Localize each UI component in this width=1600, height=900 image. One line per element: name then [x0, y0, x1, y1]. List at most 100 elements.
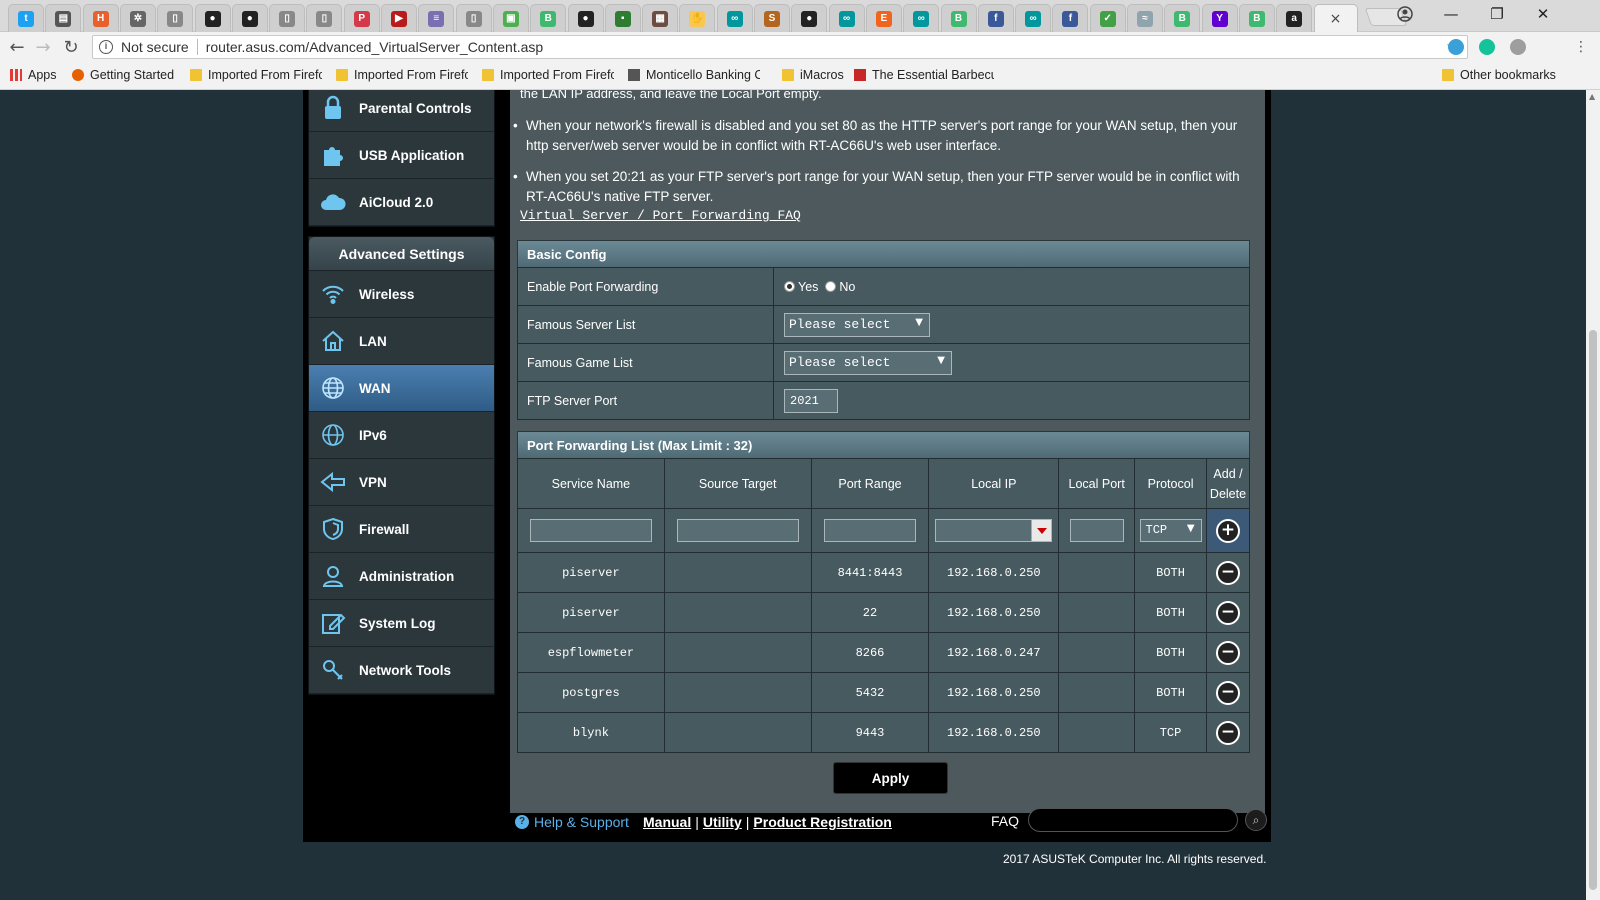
sidebar-item-vpn[interactable]: VPN [309, 459, 494, 506]
browser-tab[interactable]: H [82, 4, 119, 32]
browser-tab[interactable]: B [1238, 4, 1275, 32]
browser-tab[interactable]: f [977, 4, 1014, 32]
bookmark-item[interactable]: Apps [10, 68, 57, 82]
bookmark-item[interactable]: The Essential Barbecu [854, 68, 994, 82]
bookmark-item[interactable]: Getting Started [72, 68, 174, 82]
browser-tab[interactable]: ∞ [828, 4, 865, 32]
browser-tab[interactable]: ▤ [45, 4, 82, 32]
extension-icon[interactable] [1510, 39, 1526, 55]
browser-tab[interactable]: P [343, 4, 380, 32]
browser-tab[interactable]: ✓ [1089, 4, 1126, 32]
source-target-input[interactable] [676, 519, 799, 542]
browser-tab[interactable]: ● [194, 4, 231, 32]
page-scrollbar[interactable]: ▲ [1586, 90, 1600, 900]
minimize-button[interactable]: — [1428, 0, 1474, 28]
faq-link[interactable]: Virtual Server / Port Forwarding FAQ [520, 208, 801, 223]
browser-tab[interactable]: B [1164, 4, 1201, 32]
ftp-port-input[interactable]: 2021 [784, 388, 838, 413]
browser-tab[interactable]: ∞ [716, 4, 753, 32]
bookmark-item[interactable]: Imported From Firefc [336, 68, 468, 82]
browser-tab[interactable]: S [754, 4, 790, 32]
famous-game-select[interactable]: Please select ▼ [784, 350, 952, 375]
browser-tab[interactable]: ▪ [604, 4, 641, 32]
info-icon[interactable]: i [99, 40, 113, 54]
sidebar-item-wan[interactable]: WAN [309, 365, 494, 412]
browser-tab[interactable]: ▯ [455, 4, 492, 32]
delete-rule-button[interactable]: − [1216, 720, 1240, 745]
local-port-input[interactable] [1069, 519, 1124, 542]
gear-ext-icon[interactable] [1448, 39, 1464, 55]
browser-tab[interactable]: ▯ [157, 4, 194, 32]
bookmark-item[interactable]: Monticello Banking C [628, 68, 760, 82]
browser-tab[interactable]: ▯ [306, 4, 343, 32]
browser-tab[interactable]: B [530, 4, 567, 32]
utility-link[interactable]: Utility [703, 814, 742, 830]
browser-tab[interactable]: ● [791, 4, 828, 32]
sidebar-item-administration[interactable]: Administration [309, 553, 494, 600]
browser-tab[interactable]: ● [231, 4, 268, 32]
radio-yes[interactable] [784, 280, 795, 292]
browser-tab[interactable]: t [8, 4, 44, 32]
delete-rule-button[interactable]: − [1216, 680, 1240, 705]
browser-tab[interactable]: E [865, 4, 902, 32]
radio-no[interactable] [825, 280, 837, 292]
sidebar-item-system-log[interactable]: System Log [309, 600, 494, 647]
sidebar-item-aicloud-2-0[interactable]: AiCloud 2.0 [309, 179, 494, 226]
port-range-input[interactable] [823, 519, 916, 542]
forward-arrow-icon[interactable]: → [32, 36, 54, 58]
active-tab[interactable]: × [1313, 4, 1358, 32]
chrome-menu-icon[interactable]: ⋮ [1570, 36, 1592, 58]
product-registration-link[interactable]: Product Registration [753, 814, 891, 830]
sidebar-item-firewall[interactable]: Firewall [309, 506, 494, 553]
bookmark-item[interactable]: Imported From Firefc [190, 68, 322, 82]
scroll-up-icon[interactable]: ▲ [1589, 92, 1595, 101]
close-window-button[interactable]: ✕ [1520, 0, 1566, 28]
sidebar-item-lan[interactable]: LAN [309, 318, 494, 365]
browser-tab[interactable]: f [1052, 4, 1089, 32]
scrollbar-thumb[interactable] [1589, 330, 1597, 890]
other-bookmarks[interactable]: Other bookmarks [1442, 68, 1556, 82]
back-arrow-icon[interactable]: ← [6, 36, 28, 58]
sidebar-item-usb-application[interactable]: USB Application [309, 132, 494, 179]
grammarly-icon[interactable] [1479, 39, 1495, 55]
dropdown-arrow-icon[interactable] [1031, 520, 1052, 541]
add-rule-button[interactable]: + [1216, 518, 1240, 543]
local-ip-select[interactable] [935, 519, 1053, 542]
browser-tab[interactable]: ▦ [642, 4, 679, 32]
sidebar-item-network-tools[interactable]: Network Tools [309, 647, 494, 694]
maximize-button[interactable]: ❐ [1474, 0, 1520, 28]
browser-tab[interactable]: ● [567, 4, 604, 32]
delete-rule-button[interactable]: − [1216, 640, 1240, 665]
faq-search-input[interactable] [1028, 808, 1238, 832]
search-icon[interactable]: ⌕ [1245, 809, 1267, 831]
browser-tab[interactable]: B [940, 4, 977, 32]
browser-tab[interactable]: ≡ [418, 4, 455, 32]
browser-tab[interactable]: ✲ [119, 4, 156, 32]
manual-link[interactable]: Manual [643, 814, 691, 830]
address-bar[interactable]: i Not secure router.asus.com/Advanced_Vi… [92, 35, 1468, 59]
service-name-input[interactable] [529, 519, 652, 542]
famous-server-select[interactable]: Please select ▼ [784, 312, 930, 337]
browser-tab[interactable]: ▶ [381, 4, 417, 32]
url-text[interactable]: router.asus.com/Advanced_VirtualServer_C… [206, 39, 544, 55]
browser-tab[interactable]: a [1276, 4, 1313, 32]
browser-tab[interactable]: ✋ [679, 4, 716, 32]
protocol-select[interactable]: TCP ▼ [1139, 519, 1202, 542]
browser-tab[interactable]: ∞ [903, 4, 940, 32]
browser-tab[interactable]: Y [1201, 4, 1238, 32]
browser-tab[interactable]: ▯ [269, 4, 306, 32]
delete-rule-button[interactable]: − [1216, 560, 1240, 585]
profile-icon[interactable] [1382, 0, 1428, 28]
browser-tab[interactable]: ▣ [492, 4, 529, 32]
delete-rule-button[interactable]: − [1216, 600, 1240, 625]
sidebar-item-wireless[interactable]: Wireless [309, 271, 494, 318]
browser-tab[interactable]: ≈ [1127, 4, 1163, 32]
bookmark-item[interactable]: iMacros [782, 68, 844, 82]
sidebar-item-parental-controls[interactable]: Parental Controls [309, 90, 494, 132]
browser-tab[interactable]: ∞ [1015, 4, 1052, 32]
apply-button[interactable]: Apply [833, 762, 948, 794]
close-tab-icon[interactable]: × [1330, 11, 1342, 27]
sidebar-item-ipv6[interactable]: IPv6 [309, 412, 494, 459]
help-support[interactable]: ? Help & Support [515, 814, 629, 830]
bookmark-item[interactable]: Imported From Firefc [482, 68, 614, 82]
